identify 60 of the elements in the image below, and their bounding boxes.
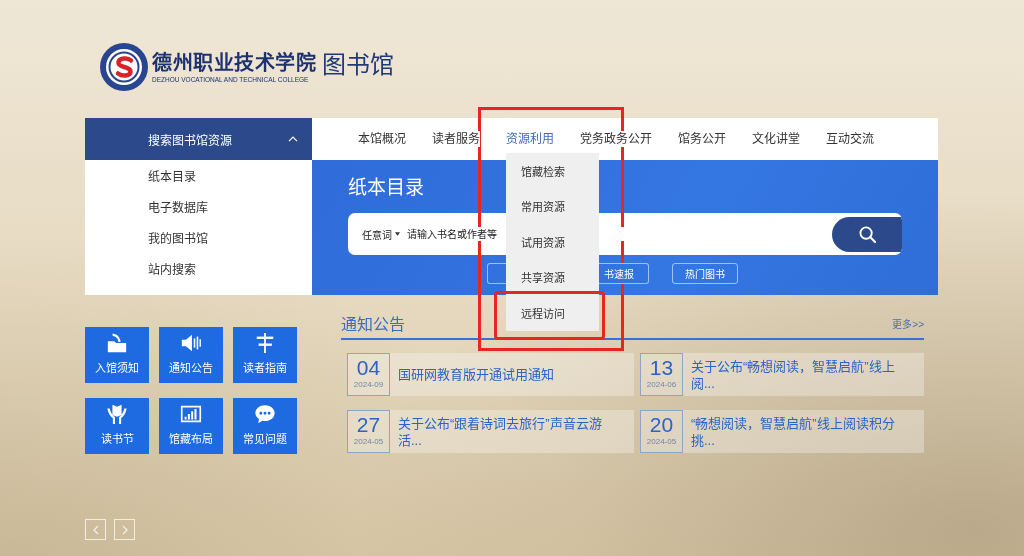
bar-chart-icon [180, 403, 202, 425]
quick-link-tile[interactable]: 馆藏布局 [159, 398, 223, 454]
sidebar-item[interactable]: 电子数据库 [85, 191, 208, 222]
notice-title: 关于公布“畅想阅读，智慧启航”线上阅... [691, 357, 896, 392]
date-month: 2024-09 [353, 379, 384, 391]
sidebar-item[interactable]: 纸本目录 [85, 160, 196, 191]
notice-item[interactable]: 13 2024-06 关于公布“畅想阅读，智慧启航”线上阅... [640, 353, 924, 396]
caret-down-icon [395, 232, 400, 236]
dropdown-item[interactable]: 馆藏检索 [506, 157, 599, 184]
search-icon [858, 225, 876, 243]
notice-title: 国研网教育版开通试用通知 [398, 366, 554, 383]
chevron-right-icon [121, 524, 128, 535]
nav-item[interactable]: 馆务公开 [678, 131, 726, 147]
sidebar-item[interactable]: 站内搜索 [85, 253, 196, 284]
nav-item[interactable]: 读者服务 [432, 131, 480, 147]
quick-link-tile[interactable]: 通知公告 [159, 327, 223, 383]
notice-item[interactable]: 27 2024-05 关于公布“跟着诗词去旅行”声音云游活... [347, 410, 634, 453]
chevron-left-icon [92, 524, 99, 535]
college-name: 德州职业技术学院 [152, 50, 316, 76]
tag-button[interactable]: 热门图书 [672, 263, 738, 284]
sidebar-header[interactable]: 搜索图书馆资源 [85, 118, 312, 160]
section-title: 通知公告 [341, 315, 405, 335]
previous-button[interactable] [85, 519, 106, 540]
nav-item[interactable]: 文化讲堂 [752, 131, 800, 147]
date-month: 2024-05 [353, 436, 384, 448]
sidebar-item[interactable]: 我的图书馆 [85, 222, 208, 253]
scope-dropdown[interactable]: 任意词 [362, 226, 400, 242]
dropdown-item[interactable]: 远程访问 [506, 299, 599, 326]
next-button[interactable] [114, 519, 135, 540]
tag-button[interactable]: 书速报 [599, 263, 649, 284]
search-button[interactable] [832, 216, 902, 252]
notice-title: “畅想阅读，智慧启航”线上阅读积分挑... [691, 414, 896, 449]
site-title: 图书馆 [322, 50, 394, 80]
hands-book-icon [106, 403, 128, 425]
quick-link-tile[interactable]: 读书节 [85, 398, 149, 454]
date-day: 04 [356, 357, 381, 379]
emblem-icon [100, 43, 148, 91]
date-day: 13 [649, 357, 674, 379]
banner-title: 纸本目录 [348, 176, 424, 200]
notice-item[interactable]: 20 2024-05 “畅想阅读，智慧启航”线上阅读积分挑... [640, 410, 924, 453]
chat-bubble-icon [254, 403, 276, 425]
nav-item[interactable]: 本馆概况 [358, 131, 406, 147]
quick-link-tile[interactable]: 入馆须知 [85, 327, 149, 383]
date-day: 20 [649, 414, 674, 436]
folder-icon [106, 332, 128, 354]
date-month: 2024-05 [646, 436, 677, 448]
signpost-icon [254, 332, 276, 354]
date-month: 2024-06 [646, 379, 677, 391]
quick-link-tile[interactable]: 读者指南 [233, 327, 297, 383]
speaker-icon [180, 332, 202, 354]
nav-item[interactable]: 资源利用 [506, 131, 554, 147]
notice-item[interactable]: 04 2024-09 国研网教育版开通试用通知 [347, 353, 634, 396]
nav-item[interactable]: 互动交流 [826, 131, 874, 147]
quick-link-tile[interactable]: 常见问题 [233, 398, 297, 454]
date-day: 27 [356, 414, 381, 436]
tag-button[interactable] [487, 263, 506, 284]
caret-up-icon [288, 136, 298, 142]
notice-title: 关于公布“跟着诗词去旅行”声音云游活... [398, 414, 603, 449]
nav-item[interactable]: 党务政务公开 [580, 131, 652, 147]
dropdown-item[interactable]: 共享资源 [506, 264, 599, 291]
